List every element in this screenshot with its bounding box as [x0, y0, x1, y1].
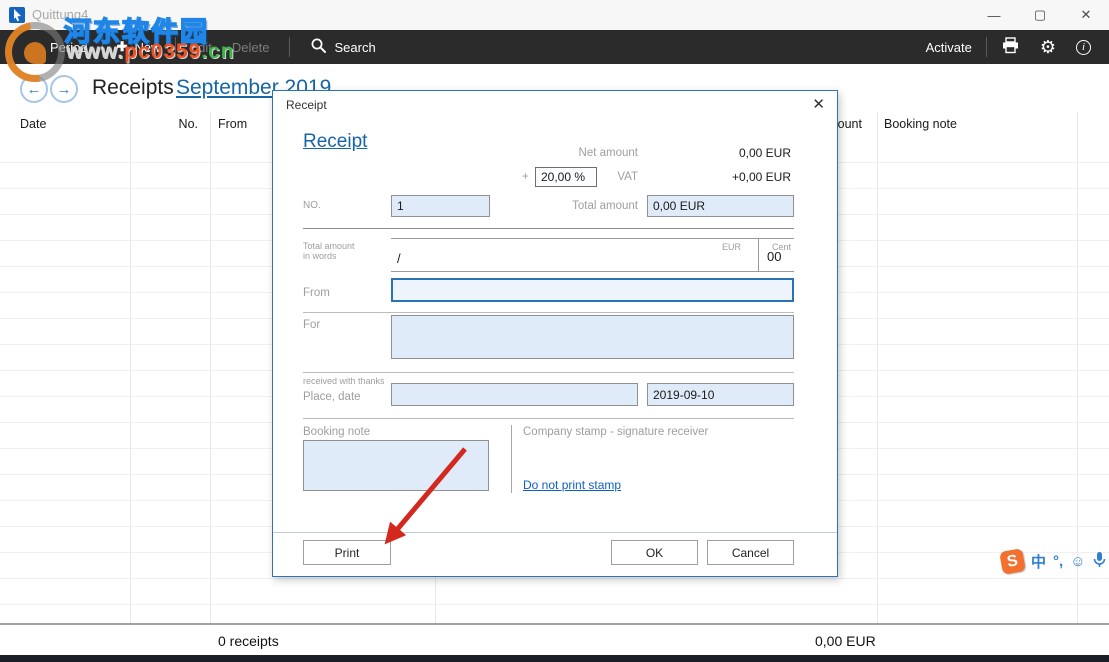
receipt-number-input[interactable] [391, 195, 490, 217]
words-value[interactable]: / [397, 251, 401, 266]
toolbar-period-label: Period [50, 40, 88, 55]
toolbar-period-button[interactable]: Period [40, 30, 98, 64]
place-date-label: Place, date [303, 391, 361, 403]
company-stamp-label: Company stamp - signature receiver [523, 426, 708, 438]
vat-label: VAT [563, 171, 638, 183]
ime-emoji-icon[interactable]: ☺ [1070, 553, 1085, 570]
receipt-heading-link[interactable]: Receipt [303, 131, 367, 153]
ok-button[interactable]: OK [611, 540, 698, 565]
status-total: 0,00 EUR [815, 633, 876, 649]
toolbar-search-button[interactable]: Search [300, 30, 385, 64]
annotation-arrow-icon [368, 443, 478, 555]
net-amount-label: Net amount [503, 147, 638, 159]
dialog-close-icon[interactable]: ✕ [812, 95, 825, 113]
toolbar-new-label: New [134, 40, 160, 55]
received-with-thanks-label: received with thanks [303, 376, 385, 386]
date-input[interactable] [647, 383, 794, 406]
from-label: From [303, 287, 330, 299]
toolbar-separator [289, 37, 290, 57]
no-label: NO. [303, 200, 321, 211]
taskbar-edge [0, 655, 1109, 662]
from-input[interactable] [391, 278, 794, 302]
window-title: Quittung4 [32, 7, 88, 22]
column-header-no[interactable]: No. [130, 117, 198, 131]
words-field-top-border [391, 238, 794, 239]
toolbar-separator [986, 37, 987, 57]
words-label-line1: Total amount [303, 241, 355, 251]
words-label-line2: in words [303, 251, 337, 261]
print-tool-button[interactable] [991, 30, 1030, 64]
vat-plus-sign: + [522, 171, 529, 183]
toolbar-separator [175, 37, 176, 57]
do-not-print-stamp-link[interactable]: Do not print stamp [523, 478, 621, 492]
vat-value: +0,00 EUR [663, 170, 791, 184]
printer-icon [1001, 37, 1020, 57]
gear-icon: ⚙ [1040, 37, 1056, 58]
receipt-dialog: Receipt ✕ Receipt Net amount 0,00 EUR + … [272, 90, 838, 577]
title-bar: Quittung4 — ▢ ✕ [0, 0, 1109, 30]
column-header-date[interactable]: Date [20, 117, 46, 131]
button-row-divider [273, 532, 837, 533]
for-label: For [303, 319, 320, 331]
toolbar-new-button[interactable]: ✚ New [107, 30, 171, 64]
words-field-bottom-border [391, 271, 794, 272]
cancel-button[interactable]: Cancel [707, 540, 794, 565]
column-header-from[interactable]: From [218, 117, 247, 131]
place-input[interactable] [391, 383, 638, 406]
toolbar: Period ✚ New Edit Delete Search Activate… [0, 30, 1109, 64]
status-bar: 0 receipts 0,00 EUR [0, 623, 1109, 655]
maximize-button[interactable]: ▢ [1017, 0, 1063, 30]
booking-note-label: Booking note [303, 426, 370, 438]
about-button[interactable]: i [1066, 30, 1101, 64]
window-controls: — ▢ ✕ [971, 0, 1109, 30]
dialog-title: Receipt [286, 98, 327, 112]
stamp-section-divider [511, 425, 512, 493]
ime-toolbar: S 中 °, ☺ [1001, 547, 1106, 575]
toolbar-delete-button[interactable]: Delete [222, 30, 280, 64]
dialog-divider [303, 312, 794, 313]
plus-icon: ✚ [117, 39, 128, 55]
activate-label: Activate [926, 40, 972, 55]
settings-button[interactable]: ⚙ [1030, 30, 1066, 64]
ime-microphone-icon[interactable] [1093, 551, 1106, 572]
eur-label: EUR [653, 242, 741, 252]
total-amount-input[interactable] [647, 195, 794, 217]
dialog-divider [303, 418, 794, 419]
toolbar-edit-button[interactable]: Edit [180, 30, 222, 64]
app-icon [9, 7, 25, 23]
activate-button[interactable]: Activate [916, 30, 982, 64]
info-icon: i [1076, 40, 1091, 55]
toolbar-delete-label: Delete [232, 40, 270, 55]
ime-punctuation-toggle[interactable]: °, [1053, 553, 1063, 570]
net-amount-value: 0,00 EUR [663, 146, 791, 160]
minimize-button[interactable]: — [971, 0, 1017, 30]
cent-value: 00 [767, 249, 781, 264]
next-period-button[interactable]: → [50, 75, 78, 103]
toolbar-search-label: Search [334, 40, 375, 55]
toolbar-edit-label: Edit [190, 40, 212, 55]
toolbar-right-group: Activate ⚙ i [916, 30, 1109, 64]
page-title: Receipts [92, 76, 174, 100]
receipt-count: 0 receipts [218, 633, 279, 649]
dialog-divider [303, 372, 794, 373]
column-header-booking-note[interactable]: Booking note [884, 117, 957, 131]
for-textarea[interactable] [391, 315, 794, 359]
previous-period-button[interactable]: ← [20, 75, 48, 103]
toolbar-separator [102, 37, 103, 57]
search-icon [310, 37, 327, 57]
eur-cent-divider [758, 238, 759, 271]
close-button[interactable]: ✕ [1063, 0, 1109, 30]
dialog-divider [303, 228, 794, 229]
sogou-logo-icon[interactable]: S [999, 548, 1026, 575]
total-amount-label: Total amount [503, 200, 638, 212]
ime-language-toggle[interactable]: 中 [1031, 551, 1046, 572]
